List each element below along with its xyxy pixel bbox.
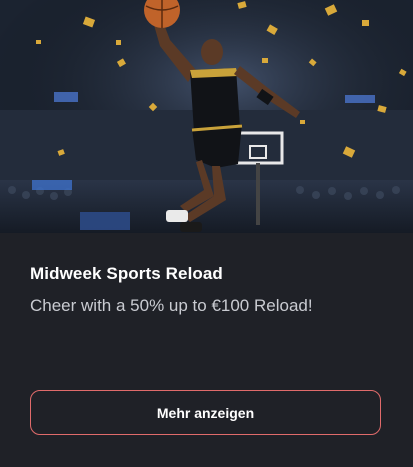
promo-description: Cheer with a 50% up to €100 Reload!: [30, 296, 313, 315]
promo-title: Midweek Sports Reload: [30, 264, 223, 283]
promo-content: Midweek Sports Reload Cheer with a 50% u…: [0, 233, 413, 467]
promo-card: Midweek Sports Reload Cheer with a 50% u…: [0, 0, 413, 467]
show-more-button[interactable]: Mehr anzeigen: [30, 390, 381, 435]
hero-image: [0, 0, 413, 233]
